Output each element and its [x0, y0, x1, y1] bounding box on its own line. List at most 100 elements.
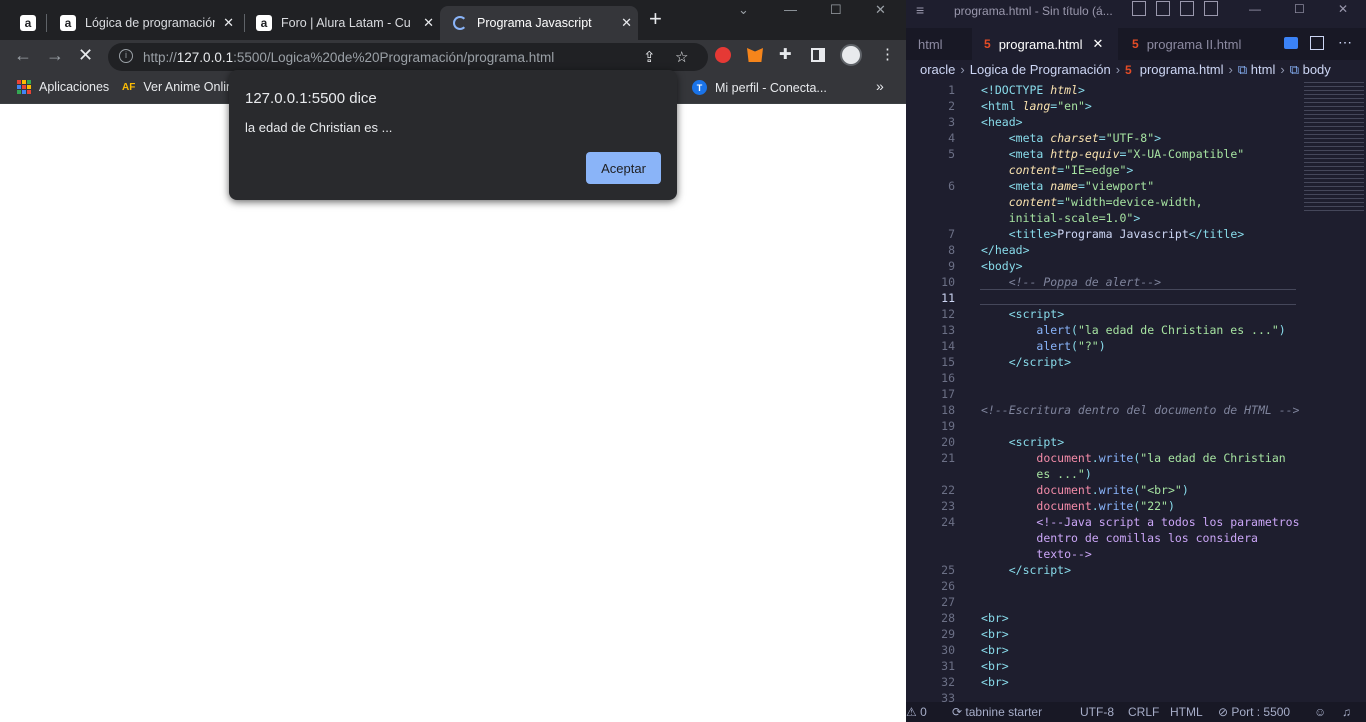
bookmark-ver-anime[interactable]: AF Ver Anime Onlin [122, 80, 233, 94]
code-line[interactable]: document.write("22") [981, 499, 1175, 513]
code-line[interactable]: <!--Java script a todos los parametros [981, 515, 1299, 529]
code-line[interactable]: <br> [981, 675, 1009, 689]
code-line[interactable]: </head> [981, 243, 1030, 257]
back-icon[interactable]: ← [14, 45, 32, 65]
code-line[interactable]: <br> [981, 659, 1009, 673]
code-token: . [1091, 451, 1099, 465]
code-line[interactable]: <html lang="en"> [981, 99, 1092, 113]
bookmark-aplicaciones[interactable]: Aplicaciones [17, 80, 109, 94]
puzzle-icon[interactable]: ✚ [779, 47, 792, 63]
tab-programa-ii-html[interactable]: 5 programa II.html [1124, 28, 1264, 60]
close-icon[interactable]: ✕ [1093, 36, 1104, 52]
close-window-icon[interactable]: ✕ [1338, 2, 1348, 16]
code-line[interactable]: <br> [981, 611, 1009, 625]
metamask-icon[interactable] [747, 48, 763, 62]
code-token: > [1001, 627, 1009, 641]
layout-icon[interactable] [1156, 1, 1170, 16]
url-text[interactable]: http://127.0.0.1:5500/Logica%20de%20Prog… [143, 50, 554, 65]
code-line[interactable]: content="width=device-width, [981, 195, 1203, 209]
code-line[interactable]: <meta charset="UTF-8"> [981, 131, 1161, 145]
minimap[interactable] [1304, 82, 1364, 212]
extension-red-icon[interactable] [715, 47, 731, 63]
port-status[interactable]: ⊘ Port : 5500 [1218, 705, 1290, 719]
code-line[interactable]: initial-scale=1.0"> [981, 211, 1141, 225]
language-status[interactable]: HTML [1170, 705, 1203, 719]
close-icon[interactable]: ✕ [423, 15, 434, 31]
info-icon[interactable]: i [119, 49, 133, 63]
address-bar[interactable]: i http://127.0.0.1:5500/Logica%20de%20Pr… [108, 43, 708, 71]
chevron-down-icon[interactable]: ⌄ [738, 2, 749, 18]
encoding-status[interactable]: UTF-8 [1080, 705, 1114, 719]
close-window-icon[interactable]: ✕ [875, 2, 886, 18]
code-line[interactable]: <body> [981, 259, 1023, 273]
tabnine-status[interactable]: ⟳ tabnine starter [952, 705, 1042, 719]
code-line[interactable]: <br> [981, 627, 1009, 641]
errors-count[interactable]: ⚠ 0 [906, 705, 927, 719]
code-line[interactable]: </script> [981, 355, 1071, 369]
eol-status[interactable]: CRLF [1128, 705, 1159, 719]
share-icon[interactable]: ⇪ [643, 50, 656, 66]
code-line[interactable]: document.write("la edad de Christian [981, 451, 1285, 465]
code-token: ( [1071, 323, 1078, 337]
bookmark-mi-perfil[interactable]: T Mi perfil - Conecta... [692, 80, 827, 95]
code-line[interactable]: document.write("<br>") [981, 483, 1188, 497]
breadcrumb-item[interactable]: Logica de Programación [970, 62, 1111, 77]
maximize-icon[interactable]: ☐ [830, 2, 842, 18]
minimize-icon[interactable]: — [784, 2, 797, 17]
close-icon[interactable]: ✕ [223, 15, 234, 31]
code-line[interactable]: <script> [981, 307, 1064, 321]
go-live-icon[interactable] [1284, 37, 1298, 49]
code-line[interactable]: texto--> [981, 547, 1091, 561]
code-line[interactable]: <!-- Poppa de alert--> [981, 275, 1161, 289]
code-line[interactable]: <!--Escritura dentro del documento de HT… [981, 403, 1300, 417]
code-token: initial-scale=1.0" [1008, 211, 1134, 225]
breadcrumb-item[interactable]: oracle [920, 62, 955, 77]
code-line[interactable]: <br> [981, 643, 1009, 657]
breadcrumb-item[interactable]: html [1251, 62, 1276, 77]
bell-icon[interactable]: ♫ [1342, 705, 1351, 719]
code-editor[interactable]: 1 <!DOCTYPE html> 2 <html lang="en"> 3 <head>… [906, 82, 1366, 705]
close-icon[interactable]: ✕ [621, 15, 632, 31]
menu-icon[interactable]: ⋮ [880, 47, 895, 63]
new-tab-button[interactable]: + [649, 8, 662, 30]
code-line[interactable]: <title>Programa Javascript</title> [981, 227, 1244, 241]
menu-icon[interactable]: ≡ [916, 2, 924, 18]
layout-icon[interactable] [1204, 1, 1218, 16]
tab-html[interactable]: html [918, 28, 978, 60]
accept-button[interactable]: Aceptar [586, 152, 661, 184]
code-line[interactable]: </script> [981, 563, 1071, 577]
maximize-icon[interactable]: ☐ [1294, 2, 1305, 16]
code-line[interactable]: <head> [981, 115, 1023, 129]
minimize-icon[interactable]: — [1249, 2, 1261, 16]
layout-icon[interactable] [1132, 1, 1146, 16]
code-line[interactable]: <script> [981, 435, 1064, 449]
tab-programa-html[interactable]: 5 programa.html ✕ [972, 28, 1118, 60]
code-line[interactable]: alert("la edad de Christian es ...") [981, 323, 1285, 337]
code-line[interactable]: content="IE=edge"> [981, 163, 1134, 177]
more-icon[interactable]: ⋯ [1338, 34, 1352, 51]
tab-programa-javascript[interactable]: Programa Javascript ✕ [440, 6, 638, 40]
avatar[interactable] [840, 44, 862, 66]
code-line[interactable]: <!DOCTYPE html> [981, 83, 1085, 97]
stop-icon[interactable]: ✕ [78, 45, 93, 65]
code-line[interactable]: <meta http-equiv="X-UA-Compatible" [981, 147, 1244, 161]
breadcrumb-item[interactable]: programa.html [1140, 62, 1224, 77]
code-line[interactable]: <meta name="viewport" [981, 179, 1154, 193]
feedback-icon[interactable]: ☺ [1314, 705, 1326, 719]
code-line[interactable]: dentro de comillas los considera [981, 531, 1258, 545]
code-line[interactable]: alert("?") [981, 339, 1105, 353]
code-line[interactable]: es ...") [981, 467, 1091, 481]
tab-foro-alura[interactable]: a Foro | Alura Latam - Curs ✕ [256, 6, 440, 40]
dialog-title: 127.0.0.1:5500 dice [245, 90, 377, 107]
code-token: document [1036, 499, 1092, 513]
tab-logica-programacion[interactable]: a Lógica de programación: ✕ [60, 6, 240, 40]
code-token: "UTF-8" [1105, 131, 1155, 145]
breadcrumb-item[interactable]: body [1303, 62, 1331, 77]
sidepanel-icon[interactable] [811, 48, 825, 62]
split-editor-icon[interactable] [1310, 36, 1324, 50]
layout-icon[interactable] [1180, 1, 1194, 16]
forward-icon[interactable]: → [46, 45, 64, 65]
star-icon[interactable]: ☆ [675, 50, 688, 66]
tab-alura-pinned[interactable]: a [20, 6, 40, 40]
chevron-right-icon[interactable]: » [876, 78, 884, 94]
